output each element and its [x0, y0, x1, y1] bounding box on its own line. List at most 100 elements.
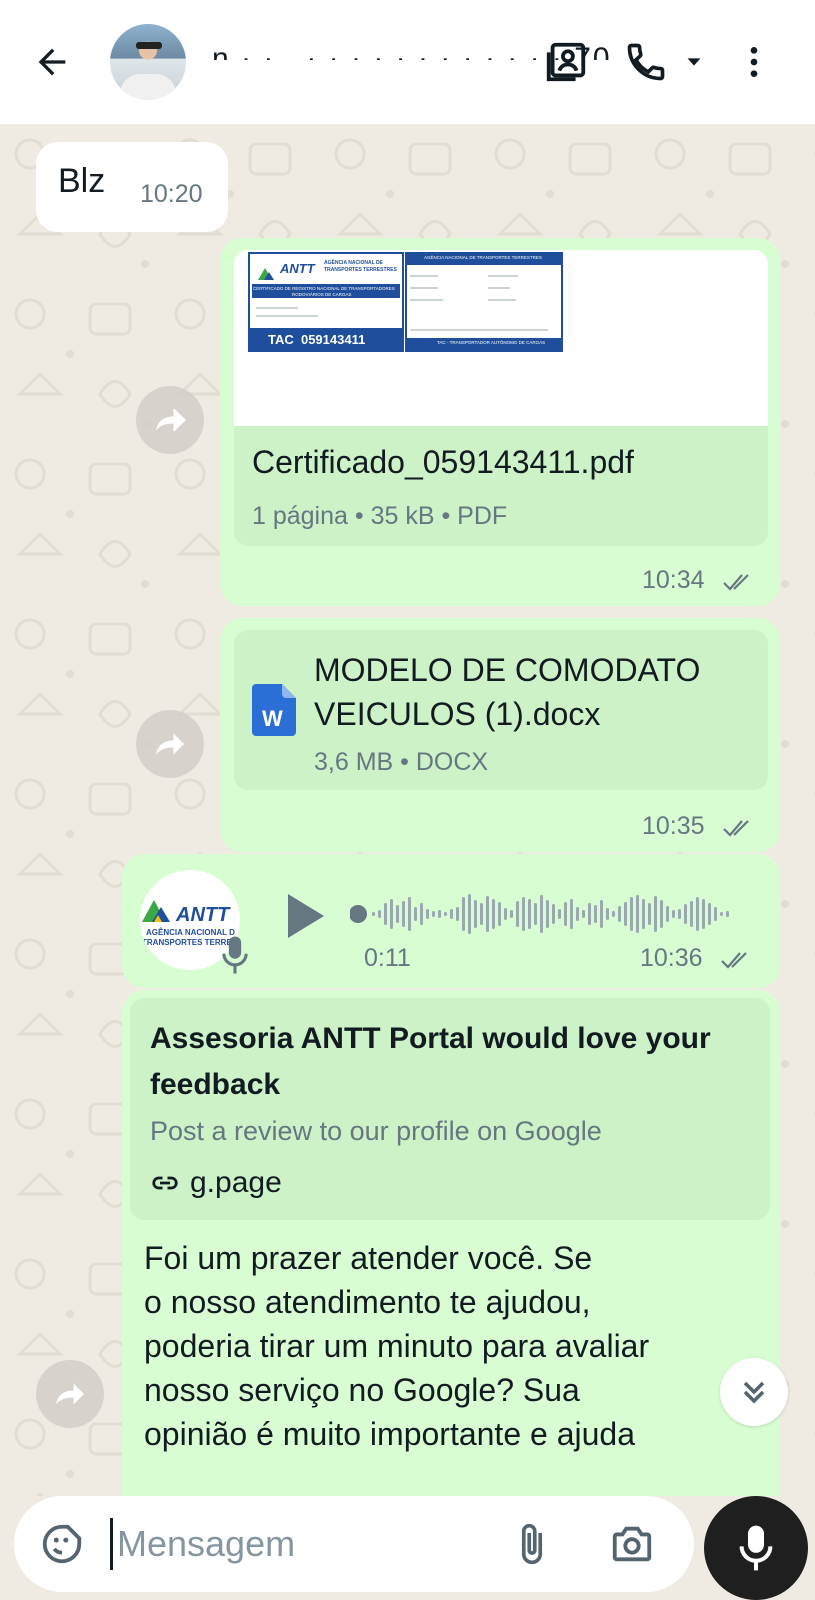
- waveform-bar: [540, 895, 543, 933]
- more-vert-icon: [750, 47, 758, 77]
- phone-icon: [627, 43, 665, 81]
- waveform-bar: [408, 897, 411, 931]
- word-doc-letter: W: [262, 706, 283, 731]
- message-time: 10:35: [642, 812, 705, 840]
- chat-header: n · · . · · · · · · · · · · · · 70: [0, 0, 815, 124]
- waveform-bar: [702, 899, 705, 929]
- waveform-bar: [582, 910, 585, 918]
- link-preview-domain[interactable]: g.page: [190, 1166, 282, 1200]
- certificate-title-line2: RODOVIÁRIOS DE CARGAS: [292, 292, 352, 297]
- waveform-bar: [678, 909, 681, 919]
- waveform-bar: [672, 910, 675, 918]
- more-options-button[interactable]: [730, 38, 778, 86]
- document-file-info: 1 página • 35 kB • PDF: [252, 502, 508, 530]
- waveform-bar: [522, 897, 525, 931]
- document-info[interactable]: Certificado_059143411.pdf 1 página • 35 …: [234, 426, 768, 546]
- waveform-bar: [528, 899, 531, 929]
- waveform-bar: [426, 909, 429, 919]
- waveform-bar: [474, 900, 477, 928]
- document-file-name-line2: VEICULOS (1).docx: [314, 696, 601, 732]
- waveform-bar: [654, 896, 657, 932]
- waveform-bar: [564, 902, 567, 926]
- attach-button[interactable]: [506, 1518, 558, 1570]
- back-arrow-icon: [38, 48, 66, 76]
- waveform-bar: [594, 905, 597, 923]
- double-chevron-down-icon: [743, 1381, 765, 1404]
- waveform-bar: [660, 900, 663, 928]
- message-text-line: nosso serviço no Google? Sua: [144, 1372, 580, 1408]
- certificate-right-title: AGÊNCIA NACIONAL DE TRANSPORTES TERRESTR…: [424, 255, 542, 260]
- waveform-bar: [402, 901, 405, 927]
- message-time: 10:36: [640, 944, 703, 972]
- forward-button[interactable]: [136, 710, 204, 778]
- certificate-agency-line1: AGÊNCIA NACIONAL DE: [324, 260, 383, 266]
- message-time: 10:20: [140, 180, 203, 208]
- voice-avatar-logo: ANTT: [176, 904, 230, 926]
- waveform-bar: [534, 903, 537, 925]
- document-info[interactable]: W MODELO DE COMODATO VEICULOS (1).docx 3…: [234, 630, 768, 790]
- certificate-title-line1: CERTIFICADO DE REGISTRO NACIONAL DE TRAN…: [253, 286, 395, 291]
- read-ticks-icon: [723, 820, 749, 837]
- mic-icon: [739, 1525, 773, 1571]
- waveform-bar: [462, 897, 465, 931]
- certificate-logo-text: ANTT: [280, 261, 315, 276]
- scroll-to-bottom-button[interactable]: [720, 1358, 788, 1426]
- call-button[interactable]: [622, 38, 670, 86]
- waveform-bar: [714, 907, 717, 921]
- voice-waveform[interactable]: [350, 884, 740, 944]
- waveform-bar: [606, 908, 609, 920]
- call-options-dropdown[interactable]: [676, 38, 712, 86]
- certificate-right-footer: TAC - TRANSPORTADOR AUTÔNOMO DE CARGAS: [437, 340, 546, 345]
- camera-button[interactable]: [606, 1518, 658, 1570]
- waveform-bar: [612, 911, 615, 917]
- waveform-bar: [726, 911, 729, 917]
- forward-icon: [156, 733, 184, 755]
- waveform-bar: [378, 910, 381, 918]
- forward-icon: [56, 1383, 84, 1405]
- voice-progress-knob[interactable]: [350, 905, 367, 923]
- waveform-bar: [624, 902, 627, 926]
- waveform-bar: [432, 911, 435, 917]
- forward-button[interactable]: [136, 386, 204, 454]
- message-input[interactable]: [110, 1518, 410, 1570]
- message-bubble-incoming[interactable]: Blz 10:20: [36, 142, 228, 232]
- link-icon: [152, 1176, 178, 1190]
- waveform-bar: [468, 894, 471, 934]
- waveform-bar: [372, 912, 375, 916]
- sticker-button[interactable]: [36, 1518, 88, 1570]
- waveform-bar: [576, 907, 579, 921]
- waveform-bar: [504, 908, 507, 920]
- waveform-bar: [684, 904, 687, 924]
- contact-avatar[interactable]: [110, 24, 186, 100]
- link-preview-card[interactable]: Assesoria ANTT Portal would love your fe…: [130, 998, 770, 1220]
- waveform-bar: [558, 909, 561, 919]
- link-preview-title: Assesoria ANTT Portal would love your fe…: [150, 1022, 711, 1101]
- contact-card-button[interactable]: [542, 38, 590, 86]
- sticker-icon: [42, 1524, 82, 1564]
- document-file-name: Certificado_059143411.pdf: [252, 444, 634, 480]
- waveform-bar: [642, 899, 645, 929]
- message-text-line: Foi um prazer atender você. Se: [144, 1240, 593, 1276]
- waveform-bar: [456, 907, 459, 921]
- chat-area[interactable]: Blz 10:20 ANTT AGÊNCIA NACIONAL DE TRANS…: [0, 124, 815, 1496]
- message-text-line: poderia tirar um minuto para avaliar: [144, 1328, 650, 1364]
- waveform-bar: [396, 905, 399, 923]
- waveform-bar: [384, 903, 387, 925]
- waveform-bar: [420, 903, 423, 925]
- voice-duration: 0:11: [364, 944, 411, 972]
- forward-button[interactable]: [36, 1360, 104, 1428]
- play-button[interactable]: [276, 888, 332, 944]
- waveform-bar: [720, 912, 723, 916]
- link-preview-description: Post a review to our profile on Google: [150, 1116, 602, 1146]
- waveform-bar: [438, 910, 441, 918]
- message-text: Blz: [58, 162, 106, 200]
- voice-record-button[interactable]: [704, 1496, 808, 1600]
- message-text-line: opinião é muito importante e ajuda: [144, 1416, 635, 1452]
- camera-icon: [612, 1526, 652, 1562]
- waveform-bar: [546, 900, 549, 928]
- waveform-bar: [486, 896, 489, 932]
- contact-card-icon: [546, 42, 586, 82]
- back-button[interactable]: [28, 38, 76, 86]
- document-preview[interactable]: ANTT AGÊNCIA NACIONAL DE TRANSPORTES TER…: [234, 250, 768, 426]
- play-icon: [288, 894, 324, 938]
